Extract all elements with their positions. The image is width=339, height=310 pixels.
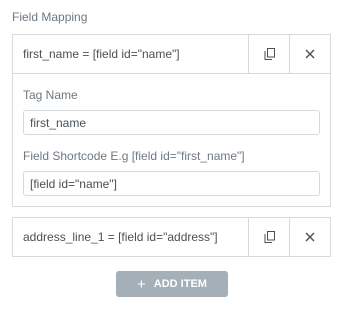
repeater-item-title[interactable]: first_name = [field id="name"] [13, 35, 248, 73]
field-shortcode-label: Field Shortcode E.g [field id="first_nam… [23, 149, 245, 163]
close-icon [305, 232, 315, 242]
remove-button[interactable] [289, 218, 330, 256]
remove-button[interactable] [289, 35, 330, 73]
repeater-item-header[interactable]: first_name = [field id="name"] [13, 35, 330, 73]
field-mapping-panel: Field Mapping first_name = [field id="na… [0, 0, 339, 310]
section-title: Field Mapping [12, 10, 88, 24]
copy-icon [264, 48, 275, 60]
add-item-label: ADD ITEM [153, 278, 207, 290]
close-icon [305, 49, 315, 59]
plus-icon: + [137, 275, 146, 293]
repeater-item: address_line_1 = [field id="address"] [12, 217, 331, 257]
repeater-item-title[interactable]: address_line_1 = [field id="address"] [13, 218, 248, 256]
tag-name-label: Tag Name [23, 88, 78, 102]
repeater-item: first_name = [field id="name"] Tag Name … [12, 34, 331, 207]
field-shortcode-input[interactable] [23, 171, 320, 196]
copy-icon [264, 231, 275, 243]
repeater-item-header[interactable]: address_line_1 = [field id="address"] [13, 218, 330, 256]
tag-name-input[interactable] [23, 110, 320, 135]
duplicate-button[interactable] [248, 35, 289, 73]
duplicate-button[interactable] [248, 218, 289, 256]
repeater-item-body: Tag Name Field Shortcode E.g [field id="… [13, 73, 330, 206]
add-item-button[interactable]: + ADD ITEM [116, 271, 228, 297]
